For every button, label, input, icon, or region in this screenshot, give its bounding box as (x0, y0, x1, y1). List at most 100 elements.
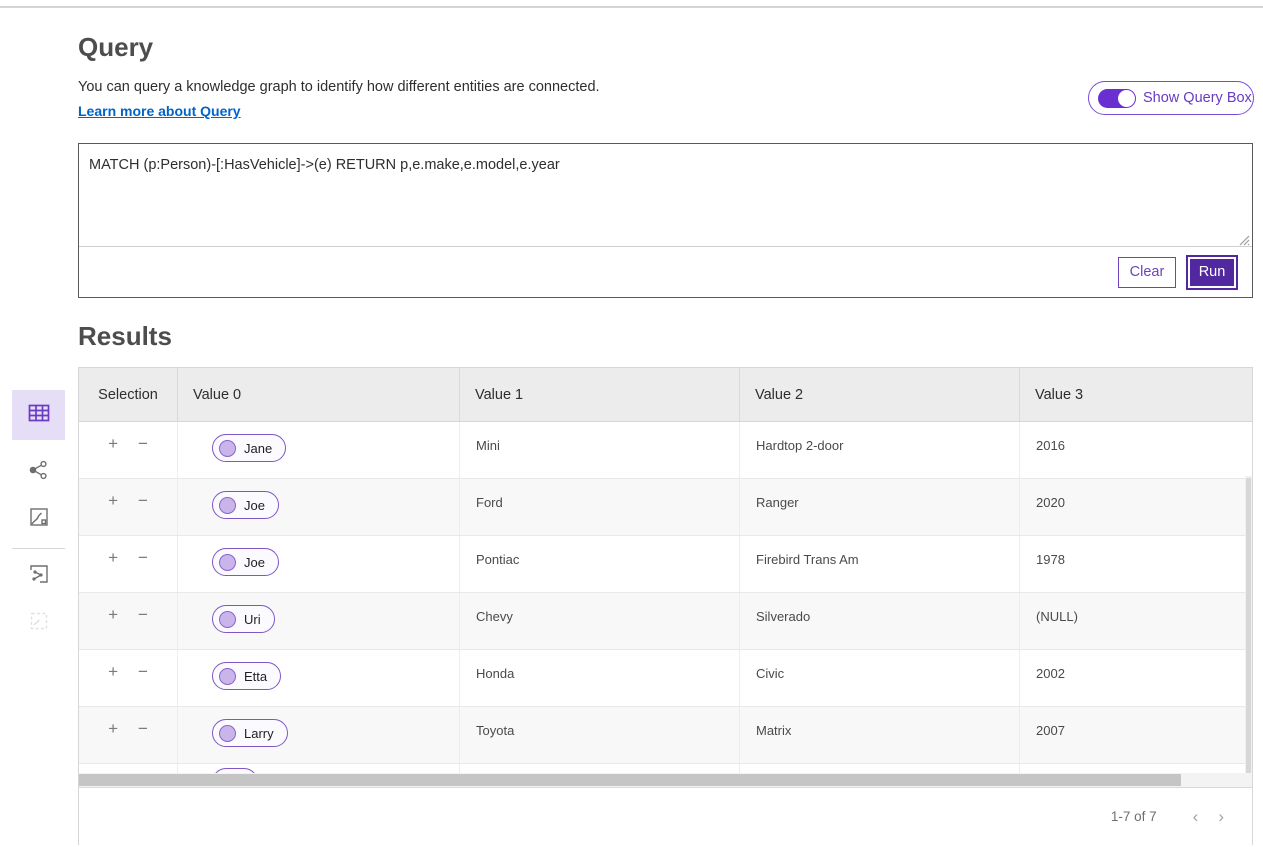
entity-pill[interactable]: Etta (212, 662, 281, 690)
year-cell: 1978 (1020, 536, 1252, 592)
top-divider (0, 6, 1263, 8)
entity-node-icon (219, 554, 236, 571)
table-row: + − Joe Pontiac Firebird Trans Am 1978 (79, 536, 1252, 593)
remove-from-selection-button[interactable]: − (138, 720, 148, 763)
horizontal-scrollbar-thumb[interactable] (79, 774, 1181, 786)
pagination-range-label: 1-7 of 7 (1111, 809, 1157, 824)
query-description: You can query a knowledge graph to ident… (78, 79, 600, 95)
add-to-selection-button[interactable]: + (108, 435, 118, 478)
selection-cell: + − (79, 707, 178, 763)
entity-name: Larry (244, 726, 274, 741)
selection-cell: + − (79, 422, 178, 478)
table-row: + − Larry Toyota Matrix 2007 (79, 707, 1252, 764)
model-cell: Silverado (740, 593, 1020, 649)
remove-from-selection-button[interactable]: − (138, 435, 148, 478)
vertical-scrollbar-thumb[interactable] (1246, 478, 1251, 773)
add-to-link-chart-icon (28, 563, 50, 590)
sidebar-item-table-view[interactable] (12, 390, 65, 440)
table-footer: 1-7 of 7 ‹ › (79, 787, 1252, 845)
add-to-selection-button[interactable]: + (108, 663, 118, 706)
learn-more-link[interactable]: Learn more about Query (78, 103, 241, 119)
model-cell (740, 764, 1020, 773)
make-cell: Toyota (460, 707, 740, 763)
entity-cell (178, 764, 460, 773)
horizontal-scrollbar[interactable] (79, 773, 1252, 787)
sidebar-item-link-chart-view[interactable] (12, 455, 65, 489)
remove-from-selection-button[interactable]: − (138, 663, 148, 706)
toggle-knob (1118, 90, 1135, 107)
add-to-selection-button[interactable]: + (108, 549, 118, 592)
sidebar-divider (12, 548, 65, 549)
model-cell: Hardtop 2-door (740, 422, 1020, 478)
entity-node-icon (219, 611, 236, 628)
year-cell: 2016 (1020, 422, 1252, 478)
entity-pill[interactable]: Joe (212, 491, 279, 519)
query-toolbar: Clear Run (79, 247, 1252, 297)
view-sidebar (12, 390, 65, 640)
table-row: + − Joe Ford Ranger 2020 (79, 479, 1252, 536)
add-to-selection-button[interactable]: + (108, 606, 118, 649)
table-row: + − Uri Chevy Silverado (NULL) (79, 593, 1252, 650)
column-header-selection: Selection (79, 368, 178, 421)
entity-name: Etta (244, 669, 267, 684)
toggle-switch-icon[interactable] (1098, 89, 1136, 108)
resize-handle-icon[interactable] (1237, 233, 1250, 246)
entity-cell: Etta (178, 650, 460, 706)
entity-pill[interactable]: Uri (212, 605, 275, 633)
query-box: MATCH (p:Person)-[:HasVehicle]->(e) RETU… (78, 143, 1253, 298)
remove-from-selection-button[interactable]: − (138, 606, 148, 649)
remove-from-selection-button[interactable]: − (138, 492, 148, 535)
page-title: Query (78, 32, 153, 63)
selection-cell (79, 764, 178, 773)
entity-name: Uri (244, 612, 261, 627)
pagination-next-button[interactable]: › (1208, 807, 1234, 827)
model-cell: Firebird Trans Am (740, 536, 1020, 592)
add-to-map-icon (28, 610, 50, 637)
results-table: Selection Value 0 Value 1 Value 2 Value … (78, 367, 1253, 845)
column-header-value2: Value 2 (740, 368, 1020, 421)
sidebar-item-map-view[interactable] (12, 502, 65, 536)
entity-name: Joe (244, 498, 265, 513)
entity-node-icon (219, 725, 236, 742)
query-page: Query You can query a knowledge graph to… (0, 0, 1263, 847)
make-cell: Pontiac (460, 536, 740, 592)
entity-name: Jane (244, 441, 272, 456)
entity-cell: Uri (178, 593, 460, 649)
year-cell: 2002 (1020, 650, 1252, 706)
entity-cell: Larry (178, 707, 460, 763)
remove-from-selection-button[interactable]: − (138, 549, 148, 592)
results-title: Results (78, 321, 172, 352)
make-cell: Honda (460, 650, 740, 706)
toggle-label: Show Query Box (1143, 90, 1252, 106)
run-button[interactable]: Run (1188, 257, 1236, 288)
entity-cell: Jane (178, 422, 460, 478)
entity-pill[interactable]: Joe (212, 548, 279, 576)
make-cell: Ford (460, 479, 740, 535)
add-to-selection-button[interactable]: + (108, 720, 118, 763)
add-to-selection-button[interactable]: + (108, 492, 118, 535)
table-row: + − Etta Honda Civic 2002 (79, 650, 1252, 707)
show-query-box-button[interactable]: Show Query Box (1088, 81, 1254, 115)
entity-cell: Joe (178, 479, 460, 535)
entity-pill[interactable]: Larry (212, 719, 288, 747)
model-cell: Matrix (740, 707, 1020, 763)
column-header-value0: Value 0 (178, 368, 460, 421)
entity-name: Joe (244, 555, 265, 570)
sidebar-item-add-to-link-chart[interactable] (12, 559, 65, 593)
entity-node-icon (219, 440, 236, 457)
table-header-row: Selection Value 0 Value 1 Value 2 Value … (79, 368, 1252, 422)
year-cell: (NULL) (1020, 593, 1252, 649)
entity-pill[interactable]: Jane (212, 434, 286, 462)
selection-cell: + − (79, 536, 178, 592)
column-header-value1: Value 1 (460, 368, 740, 421)
entity-node-icon (219, 497, 236, 514)
link-chart-view-icon (28, 459, 50, 486)
clear-button[interactable]: Clear (1118, 257, 1176, 288)
query-input[interactable]: MATCH (p:Person)-[:HasVehicle]->(e) RETU… (79, 144, 1252, 247)
table-row: + − Jane Mini Hardtop 2-door 2016 (79, 422, 1252, 479)
make-cell: Chevy (460, 593, 740, 649)
pagination-prev-button[interactable]: ‹ (1183, 807, 1209, 827)
model-cell: Ranger (740, 479, 1020, 535)
vertical-scrollbar[interactable] (1245, 476, 1252, 773)
selection-cell: + − (79, 479, 178, 535)
